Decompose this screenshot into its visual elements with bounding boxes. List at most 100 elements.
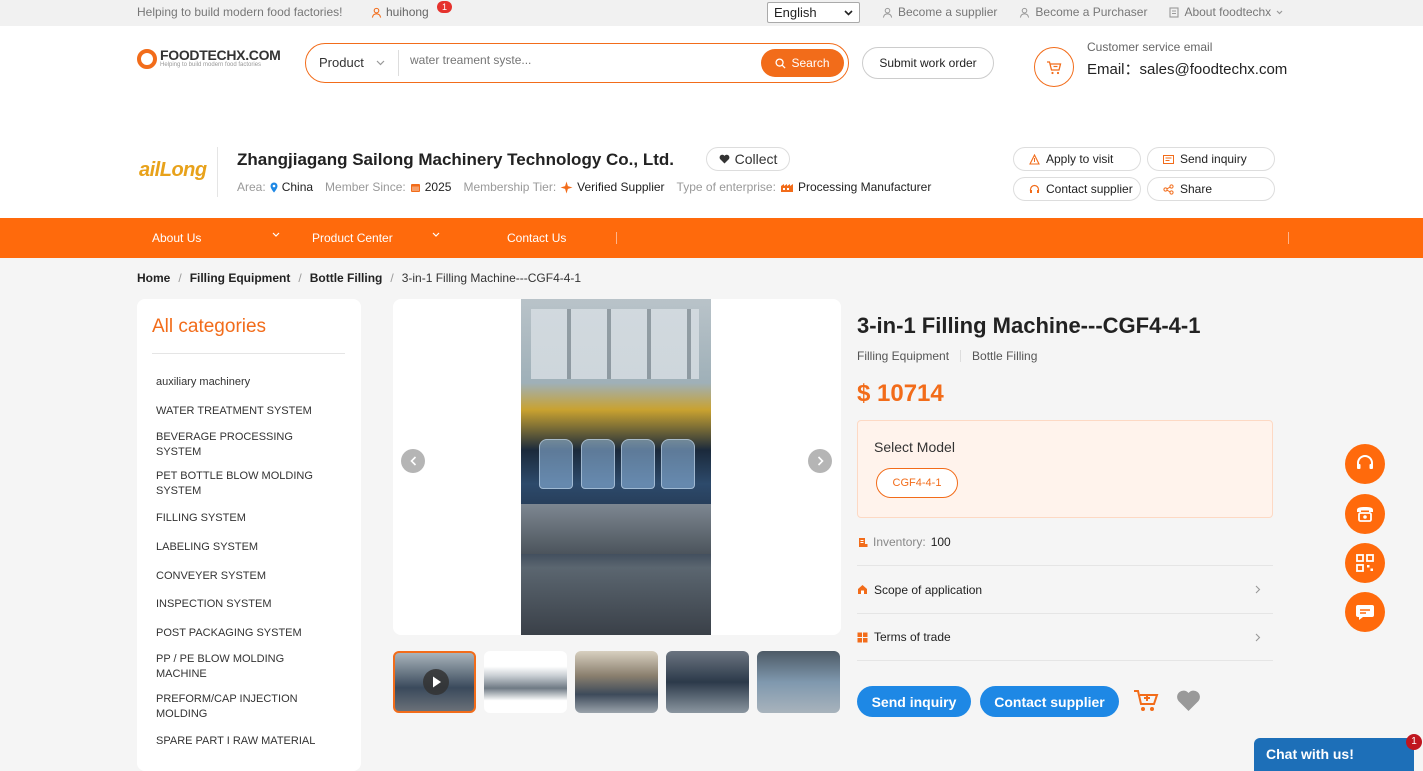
building-icon (1169, 6, 1180, 18)
category-item[interactable]: LABELING SYSTEM (156, 540, 258, 555)
inventory: Inventory: 100 (858, 535, 951, 549)
contact-supplier-header-button[interactable]: Contact supplier (1013, 177, 1141, 201)
category-item[interactable]: INSPECTION SYSTEM (156, 597, 272, 612)
image-bottle (539, 439, 573, 489)
model-option[interactable]: CGF4-4-1 (876, 468, 958, 498)
category-item[interactable]: BEVERAGE PROCESSING SYSTEM (156, 430, 306, 460)
thumbnail-strip (393, 651, 840, 713)
terms-of-trade-row[interactable]: Terms of trade (857, 613, 1273, 661)
site-logo[interactable]: FOODTECHX.COM Helping to build modern fo… (137, 48, 281, 69)
share-button[interactable]: Share (1147, 177, 1275, 201)
company-logo[interactable]: ailLong (139, 159, 207, 182)
thumbnail-video[interactable] (393, 651, 476, 713)
factory-icon (780, 184, 793, 192)
breadcrumb-separator: / (390, 271, 394, 285)
notification-badge: 1 (437, 1, 452, 13)
about-foodtechx-menu[interactable]: About foodtechx (1169, 5, 1283, 19)
terms-of-trade-label: Terms of trade (874, 630, 951, 644)
category-item[interactable]: SPARE PART I RAW MATERIAL (156, 734, 315, 749)
logo-text: FOODTECHX.COM (160, 47, 281, 63)
nav-about-us[interactable]: About Us (152, 231, 201, 245)
customer-service-cart[interactable] (1034, 47, 1074, 87)
category-item[interactable]: CONVEYER SYSTEM (156, 569, 266, 584)
nav-contact-us[interactable]: Contact Us (507, 231, 566, 245)
chat-widget[interactable]: Chat with us! 1 (1254, 734, 1422, 771)
search-category-select[interactable]: Product (319, 55, 385, 70)
breadcrumb-bottle-filling[interactable]: Bottle Filling (310, 271, 383, 285)
product-category-1[interactable]: Filling Equipment (857, 349, 949, 363)
search-button-label: Search (791, 56, 830, 70)
breadcrumb-separator: / (298, 271, 302, 285)
mail-icon (1163, 154, 1174, 164)
apply-to-visit-button[interactable]: Apply to visit (1013, 147, 1141, 171)
product-categories: Filling Equipment Bottle Filling (857, 349, 1037, 363)
float-customer-service-button[interactable] (1345, 444, 1385, 484)
float-message-button[interactable] (1345, 592, 1385, 632)
language-value: English (774, 5, 817, 20)
company-name[interactable]: Zhangjiagang Sailong Machinery Technolog… (237, 150, 674, 170)
category-item[interactable]: WATER TREATMENT SYSTEM (156, 404, 312, 419)
chevron-down-icon[interactable] (272, 232, 280, 237)
category-item[interactable]: PREFORM/CAP INJECTION MOLDING (156, 692, 316, 722)
enterprise-type-label: Type of enterprise: (676, 180, 776, 194)
verified-star-icon (560, 181, 573, 193)
become-purchaser-label: Become a Purchaser (1035, 5, 1148, 19)
logo-subtitle: Helping to build modern food factories (160, 62, 262, 68)
thumbnail-image[interactable] (666, 651, 749, 713)
category-item[interactable]: PET BOTTLE BLOW MOLDING SYSTEM (156, 469, 326, 499)
contact-supplier-button[interactable]: Contact supplier (980, 686, 1119, 717)
submit-work-order-button[interactable]: Submit work order (862, 47, 994, 79)
username[interactable]: huihong (386, 5, 429, 19)
gallery-next-button[interactable] (808, 449, 832, 473)
inventory-label: Inventory: (873, 535, 926, 549)
category-item[interactable]: PP / PE BLOW MOLDING MACHINE (156, 652, 306, 682)
area-value: China (281, 180, 314, 194)
search-input[interactable] (410, 53, 750, 67)
chevron-down-icon (376, 60, 385, 65)
chevron-down-icon (1276, 10, 1283, 14)
category-item[interactable]: FILLING SYSTEM (156, 511, 246, 526)
add-to-cart-icon[interactable] (1133, 689, 1159, 713)
thumbnail-image[interactable] (575, 651, 658, 713)
apply-to-visit-label: Apply to visit (1046, 152, 1114, 166)
float-phone-button[interactable] (1345, 494, 1385, 534)
company-actions: Apply to visit Send inquiry Contact supp… (1013, 147, 1275, 201)
customer-service-email[interactable]: Email：sales@foodtechx.com (1087, 58, 1287, 79)
language-select[interactable]: English (767, 2, 860, 23)
category-panel: All categories auxiliary machinery WATER… (137, 299, 361, 771)
float-qrcode-button[interactable] (1345, 543, 1385, 583)
thumbnail-image[interactable] (484, 651, 567, 713)
scope-of-application-label: Scope of application (874, 582, 983, 597)
search-button[interactable]: Search (761, 49, 844, 77)
scope-of-application-row[interactable]: Scope of application (857, 565, 1273, 613)
heart-icon (719, 154, 730, 164)
enterprise-type-value: Processing Manufacturer (797, 180, 932, 194)
chevron-down-icon[interactable] (432, 232, 440, 237)
nav-product-center[interactable]: Product Center (312, 231, 393, 245)
grid-icon (857, 632, 868, 642)
about-foodtechx-label: About foodtechx (1184, 5, 1272, 19)
breadcrumb-filling-equipment[interactable]: Filling Equipment (190, 271, 291, 285)
product-price: $ 10714 (857, 380, 944, 407)
send-inquiry-header-button[interactable]: Send inquiry (1147, 147, 1275, 171)
product-category-2[interactable]: Bottle Filling (972, 349, 1037, 363)
become-supplier-link[interactable]: Become a supplier (882, 5, 997, 19)
model-selector: Select Model CGF4-4-1 (857, 420, 1273, 518)
category-item[interactable]: auxiliary machinery (156, 375, 250, 390)
user-menu[interactable]: huihong 1 (371, 1, 452, 19)
collect-button[interactable]: Collect (706, 147, 790, 171)
gallery-prev-button[interactable] (401, 449, 425, 473)
category-item[interactable]: POST PACKAGING SYSTEM (156, 626, 302, 641)
contact-supplier-header-label: Contact supplier (1046, 182, 1133, 196)
favorite-heart-icon[interactable] (1176, 690, 1201, 712)
search-bar: Product Search (305, 43, 849, 83)
thumbnail-image[interactable] (757, 651, 840, 713)
become-purchaser-link[interactable]: Become a Purchaser (1019, 5, 1147, 19)
area-label: Area: (237, 180, 266, 194)
send-inquiry-button[interactable]: Send inquiry (857, 686, 971, 717)
phone-icon (1357, 507, 1373, 522)
nav-divider (1288, 232, 1289, 244)
product-main-image[interactable] (521, 299, 711, 635)
breadcrumb-home[interactable]: Home (137, 271, 170, 285)
breadcrumb: Home / Filling Equipment / Bottle Fillin… (137, 271, 581, 285)
